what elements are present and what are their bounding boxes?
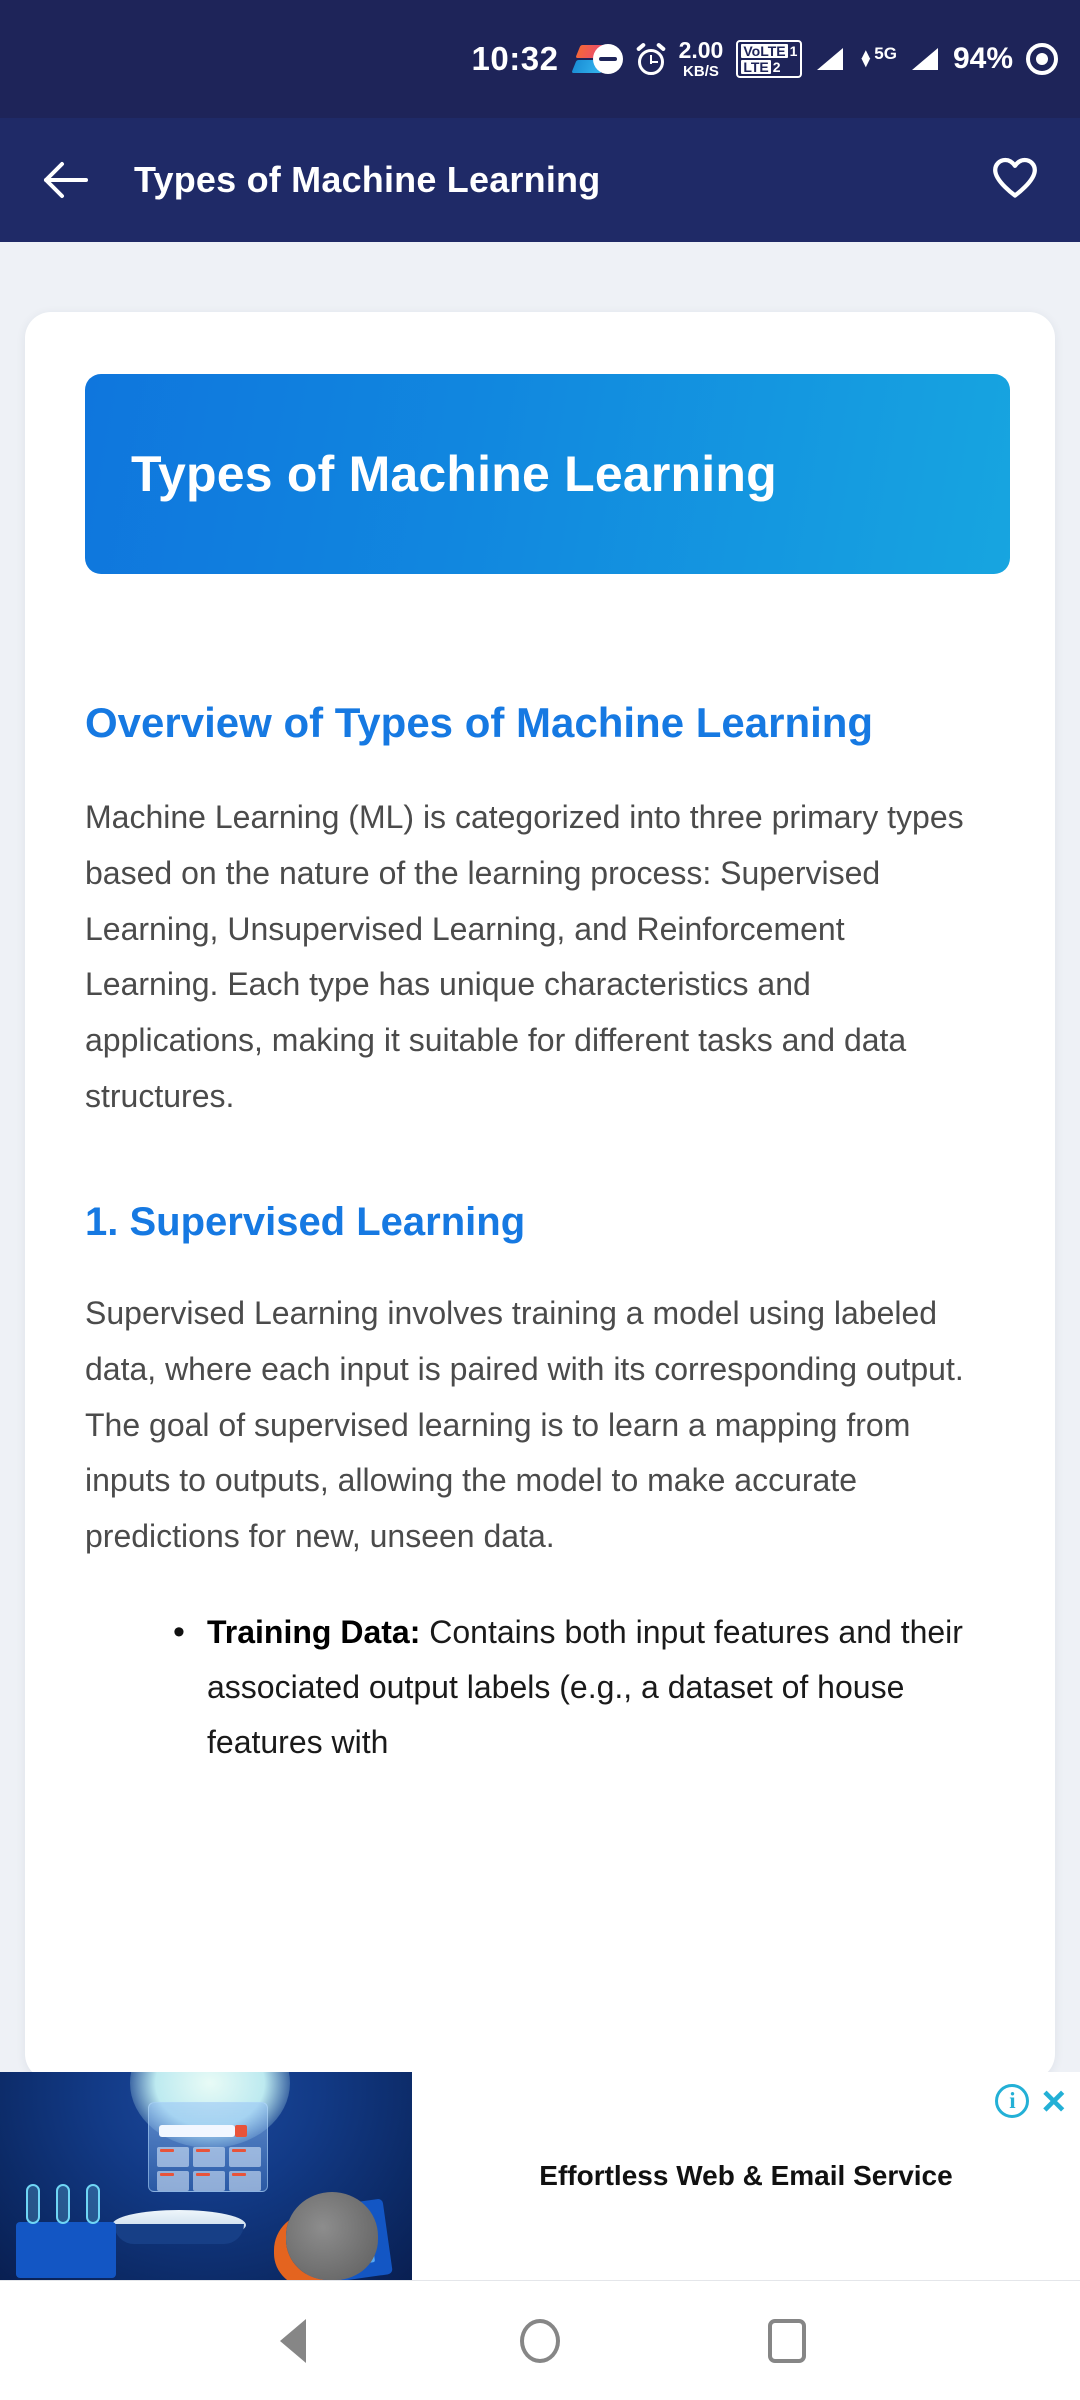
page-title: Types of Machine Learning [134, 159, 601, 200]
do-not-disturb-icon [592, 44, 623, 74]
sim1-label: 1 [789, 43, 798, 59]
bullet-term: Training Data: [207, 1613, 421, 1650]
back-arrow-icon[interactable] [38, 153, 92, 207]
volte-icon: VoLTE 1 LTE 2 [736, 40, 803, 78]
ad-illustration[interactable] [0, 2072, 412, 2280]
signal-bars-sim1-icon [815, 46, 845, 72]
status-bar-clock: 10:32 [471, 40, 559, 77]
data-arrows-icon: ▲ ▼ [858, 45, 874, 71]
phone-screen: 10:32 2.00 KB/S VoLTE 1 LTE 2 ▲ ▼ 5G 94%… [0, 0, 1080, 2400]
article-card: Types of Machine Learning Overview of Ty… [25, 312, 1055, 2080]
network-speed-value: 2.00 [678, 37, 724, 63]
volte-label: VoLTE [741, 43, 788, 59]
app-bar: Types of Machine Learning [0, 118, 1080, 242]
ad-banner[interactable]: Effortless Web & Email Service i × [0, 2072, 1080, 2280]
overview-heading: Overview of Types of Machine Learning [85, 699, 874, 746]
network-type-label: 5G [874, 44, 897, 63]
nav-back-icon[interactable] [258, 2306, 328, 2376]
bullet-list: Training Data: Contains both input featu… [165, 1603, 975, 1770]
ad-content[interactable]: Effortless Web & Email Service i × [412, 2072, 1080, 2280]
nav-recents-icon[interactable] [752, 2306, 822, 2376]
sim2-label: 2 [772, 59, 781, 75]
section-heading-supervised-learning: 1. Supervised Learning [85, 1200, 526, 1245]
network-type-indicator: ▲ ▼ 5G [858, 44, 897, 71]
overview-paragraph: Machine Learning (ML) is categorized int… [85, 799, 964, 1114]
article-banner: Types of Machine Learning [85, 374, 1010, 574]
alarm-icon [635, 42, 666, 75]
ad-close-icon[interactable]: × [1041, 2080, 1066, 2123]
ad-headline: Effortless Web & Email Service [539, 2160, 953, 2191]
status-bar: 10:32 2.00 KB/S VoLTE 1 LTE 2 ▲ ▼ 5G 94% [0, 0, 1080, 118]
signal-bars-sim2-icon [910, 46, 940, 72]
heart-icon[interactable] [988, 153, 1042, 207]
supervised-learning-paragraph: Supervised Learning involves training a … [85, 1295, 964, 1554]
banner-title: Types of Machine Learning [131, 446, 777, 502]
lte-label: LTE [741, 59, 771, 75]
ad-actions: i × [995, 2080, 1066, 2123]
ad-info-icon[interactable]: i [995, 2084, 1030, 2118]
list-item: Training Data: Contains both input featu… [165, 1603, 975, 1770]
network-speed-unit: KB/S [683, 63, 719, 80]
network-speed-indicator: 2.00 KB/S [678, 37, 724, 80]
nav-home-icon[interactable] [505, 2306, 575, 2376]
screen-record-icon [1026, 43, 1058, 75]
battery-percentage: 94% [952, 42, 1013, 75]
status-bar-icons: 2.00 KB/S VoLTE 1 LTE 2 ▲ ▼ 5G 94% [592, 37, 1058, 80]
android-navigation-bar [0, 2280, 1080, 2400]
